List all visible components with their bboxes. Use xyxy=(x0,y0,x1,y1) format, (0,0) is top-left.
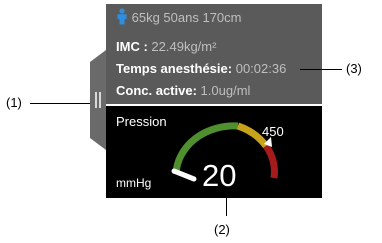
pressure-unit: mmHg xyxy=(116,176,152,190)
grip-handle-icon xyxy=(99,92,101,108)
imc-label: IMC : xyxy=(116,39,148,54)
anesthesia-time-row: Temps anesthésie: 00:02:36 xyxy=(116,61,286,76)
pressure-value: 20 xyxy=(202,158,237,193)
anesthesia-time-label: Temps anesthésie: xyxy=(116,61,233,76)
grip-handle-icon xyxy=(95,92,97,108)
patient-info-panel[interactable]: 65kg 50ans 170cm IMC : 22.49kg/m² Temps … xyxy=(106,4,322,104)
patient-summary-row: 65kg 50ans 170cm xyxy=(116,8,241,25)
callout-label-3: (3) xyxy=(346,61,362,76)
pressure-panel[interactable]: Pression 450 mmHg 20 xyxy=(106,106,322,198)
anesthesia-time-value: 00:02:36 xyxy=(235,61,287,76)
patient-summary: 65kg 50ans 170cm xyxy=(131,10,242,25)
gauge-needle xyxy=(171,168,197,182)
callout-label-1: (1) xyxy=(6,95,22,110)
side-handle[interactable] xyxy=(90,50,106,150)
active-conc-label: Conc. active: xyxy=(116,83,197,98)
callout-line-1 xyxy=(30,103,90,104)
callout-line-3 xyxy=(300,69,342,70)
callout-line-2 xyxy=(226,192,227,216)
gauge-max-label: 450 xyxy=(262,124,284,139)
imc-value: 22.49kg/m² xyxy=(151,39,217,54)
callout-label-2: (2) xyxy=(214,222,230,237)
person-icon xyxy=(117,8,127,25)
imc-row: IMC : 22.49kg/m² xyxy=(116,39,216,54)
active-conc-row: Conc. active: 1.0ug/ml xyxy=(116,83,250,98)
active-conc-value: 1.0ug/ml xyxy=(200,83,251,98)
gauge-arc-red xyxy=(263,143,278,179)
